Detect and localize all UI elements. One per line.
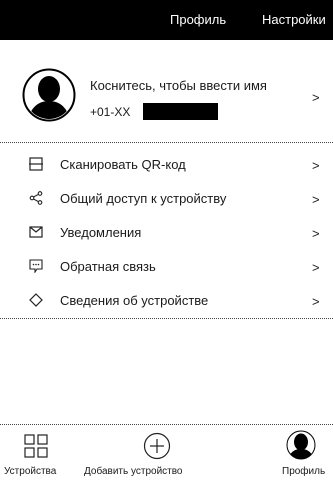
- menu-item-label: Обратная связь: [60, 259, 156, 274]
- profile-phone: +01-XX: [90, 105, 131, 119]
- divider: [0, 424, 333, 425]
- menu-item-label: Сканировать QR-код: [60, 157, 186, 172]
- grid-icon: [24, 434, 48, 458]
- feedback-icon: [28, 258, 44, 274]
- divider: [0, 142, 333, 143]
- page-title: Профиль: [170, 12, 227, 27]
- avatar-icon: [22, 68, 76, 122]
- redacted-phone-block: [143, 103, 218, 120]
- settings-menu: Сканировать QR-код > Общий доступ к устр…: [0, 148, 333, 318]
- bottom-tab-bar: Устройства Добавить устройство Профиль: [0, 428, 333, 497]
- menu-item-device-info[interactable]: Сведения об устройстве >: [0, 284, 333, 318]
- menu-item-label: Сведения об устройстве: [60, 293, 209, 308]
- divider: [0, 318, 333, 319]
- profile-chevron-icon: >: [312, 90, 320, 105]
- tab-label: Устройства: [4, 466, 57, 477]
- menu-item-label: Уведомления: [60, 225, 142, 240]
- add-circle-icon: [143, 432, 171, 460]
- tab-devices[interactable]: Устройства: [0, 428, 72, 497]
- menu-item-notifications[interactable]: Уведомления >: [0, 216, 333, 250]
- profile-card[interactable]: Коснитесь, чтобы ввести имя +01-XX >: [0, 58, 333, 138]
- tab-add-device[interactable]: Добавить устройство: [84, 428, 214, 497]
- chevron-right-icon: >: [312, 294, 320, 309]
- tab-profile[interactable]: Профиль: [276, 428, 333, 497]
- settings-link[interactable]: Настройки: [262, 12, 326, 27]
- menu-item-scan-qr[interactable]: Сканировать QR-код >: [0, 148, 333, 182]
- info-diamond-icon: [28, 292, 44, 308]
- profile-icon: [286, 430, 316, 460]
- chevron-right-icon: >: [312, 260, 320, 275]
- mail-icon: [28, 224, 44, 240]
- menu-item-feedback[interactable]: Обратная связь >: [0, 250, 333, 284]
- tab-label: Профиль: [282, 466, 326, 477]
- chevron-right-icon: >: [312, 192, 320, 207]
- menu-item-label: Общий доступ к устройству: [60, 191, 227, 206]
- profile-name-prompt: Коснитесь, чтобы ввести имя: [90, 78, 267, 93]
- scan-icon: [28, 156, 44, 172]
- chevron-right-icon: >: [312, 158, 320, 173]
- menu-item-device-sharing[interactable]: Общий доступ к устройству >: [0, 182, 333, 216]
- top-bar: Профиль Настройки: [0, 0, 333, 40]
- share-icon: [28, 190, 44, 206]
- chevron-right-icon: >: [312, 226, 320, 241]
- tab-label: Добавить устройство: [84, 466, 183, 477]
